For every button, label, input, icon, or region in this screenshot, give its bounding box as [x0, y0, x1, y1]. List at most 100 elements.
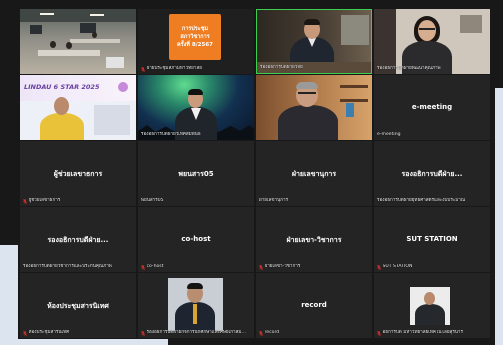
participant-name: SUT STATION — [382, 264, 413, 269]
person-hair — [304, 19, 320, 25]
video-tile-lindau[interactable]: LINDAU 6 STAR 2025 — [20, 75, 136, 140]
participant-label: รองอธิการบดีฝ่ายวิชาการและประกันคุณภาพ — [23, 264, 112, 270]
participant-display-name: ห้องประชุมสารนิเทศ — [47, 302, 109, 310]
background-panel — [94, 105, 130, 135]
bookshelf — [374, 9, 396, 74]
participant-display-name: พยนสาร05 — [178, 170, 214, 178]
participant-name: ผู้ช่วยเลขาธการ — [28, 198, 61, 203]
participant-name: พยนสาร05 — [141, 198, 164, 203]
name-tile[interactable]: ฝ่ายเลขานุการ ฝ่ายเลขานุการ — [256, 141, 372, 206]
participant-label: ฝ่ายเลขา-วิชาการ — [259, 264, 300, 270]
participant-display-name: ผู้ช่วยเลขาธการ — [53, 170, 103, 178]
meeting-title-card: การประชุม สภาวิชาการ ครั้งที่ 8/2567 — [169, 14, 221, 60]
name-tile-e-meeting[interactable]: e-meeting e-meeting — [374, 75, 490, 140]
card-line: การประชุม — [181, 25, 209, 32]
card-line: สภาวิชาการ — [180, 33, 210, 40]
video-tile-active-speaker[interactable]: รองอธิการบดีฝ่ายวิจัย — [256, 9, 372, 74]
participant-display-name: SUT STATION — [406, 235, 458, 243]
participant-name: รองอธิการบดีฝ่ายกิจการนักศึกษาและศิษย์เก… — [146, 330, 250, 335]
participant-label: รองอธิการบดีฝ่ายกิจการนักศึกษาและศิษย์เก… — [141, 330, 249, 336]
video-tile-participant[interactable]: รองอธิการบดีฝ่ายพัฒนาคุณภาพ — [374, 9, 490, 74]
video-tile-participant[interactable] — [256, 75, 372, 140]
person-head — [424, 292, 435, 305]
person-hair — [296, 82, 318, 89]
participant-display-name: e-meeting — [411, 103, 453, 111]
person-tie — [193, 304, 197, 324]
mic-off-icon — [259, 264, 263, 270]
person-torso — [415, 304, 445, 325]
participant-label: record — [259, 330, 279, 336]
participant-label: ฝ่ายประชุมสภามหาวิทยาลัย — [141, 66, 202, 72]
name-tile[interactable]: พยนสาร05 พยนสาร05 — [138, 141, 254, 206]
participant-name: รองอธิการบดีฝ่ายวิจัย — [260, 65, 303, 70]
participant-name: รองอธิการบดีฝ่ายวิเทศสัมพันธ์ — [141, 132, 201, 137]
participant-name: ฝ่ายเลขานุการ — [259, 198, 289, 203]
person-head — [54, 97, 69, 115]
person-head — [418, 20, 436, 41]
participant-name: ห้องประชุมสารนิเทศ — [28, 330, 70, 335]
name-tile-sut-station[interactable]: SUT STATION SUT STATION — [374, 207, 490, 272]
profile-picture-tile[interactable]: อธิการบดี มหาวิทยาลัยเทคโนโลยีสุรนารี — [374, 273, 490, 338]
mic-off-icon — [23, 330, 27, 336]
profile-photo — [410, 287, 450, 325]
profile-photo — [168, 278, 223, 331]
name-tile-co-host[interactable]: co-host co-host — [138, 207, 254, 272]
room-table — [38, 50, 100, 56]
participant-label: co-host — [141, 264, 164, 270]
screen-edge-left — [0, 245, 18, 345]
participant-display-name: record — [301, 301, 327, 309]
name-tile-record[interactable]: record record — [256, 273, 372, 338]
mic-off-icon — [141, 330, 145, 336]
room-ceiling — [20, 9, 136, 22]
video-tile-meeting-card[interactable]: การประชุม สภาวิชาการ ครั้งที่ 8/2567 ฝ่า… — [138, 9, 254, 74]
mic-off-icon — [377, 264, 381, 270]
attendee-head — [92, 32, 97, 38]
participant-display-name: co-host — [181, 235, 211, 243]
person-torso — [40, 113, 84, 140]
office-window — [341, 15, 369, 45]
ceiling-light — [40, 13, 54, 15]
shelf — [340, 85, 368, 88]
profile-picture-tile[interactable]: รองอธิการบดีฝ่ายกิจการนักศึกษาและศิษย์เก… — [138, 273, 254, 338]
banner-text: LINDAU 6 STAR 2025 — [24, 83, 100, 91]
participant-name: รองอธิการบดีฝ่ายยุทธศาสตร์และงบประมาณ — [377, 198, 466, 203]
glasses — [298, 92, 316, 94]
participant-name: ฝ่ายเลขา-วิชาการ — [264, 264, 301, 269]
video-tile-meeting-room[interactable] — [20, 9, 136, 74]
screen-edge-bottom — [0, 339, 168, 345]
participant-label: รองอธิการบดีฝ่ายพัฒนาคุณภาพ — [377, 66, 441, 72]
participant-name: e-meeting — [377, 132, 401, 137]
participant-label: รองอธิการบดีฝ่ายยุทธศาสตร์และงบประมาณ — [377, 198, 465, 204]
screen-edge-right — [495, 88, 503, 345]
shelf — [340, 99, 368, 102]
participant-label: รองอธิการบดีฝ่ายวิเทศสัมพันธ์ — [141, 132, 201, 138]
name-tile[interactable]: ห้องประชุมสารนิเทศ ห้องประชุมสารนิเทศ — [20, 273, 136, 338]
ceiling-light — [90, 14, 104, 16]
participant-name: co-host — [146, 264, 164, 269]
banner-logo-icon — [118, 82, 128, 92]
participant-label: ฝ่ายเลขานุการ — [259, 198, 288, 204]
name-tile[interactable]: รองอธิการบดีฝ่าย... รองอธิการบดีฝ่ายยุทธ… — [374, 141, 490, 206]
person-hair — [188, 89, 203, 95]
mic-off-icon — [141, 66, 145, 72]
mic-off-icon — [259, 330, 263, 336]
name-tile[interactable]: ผู้ช่วยเลขาธการ ผู้ช่วยเลขาธการ — [20, 141, 136, 206]
participant-name: รองอธิการบดีฝ่ายพัฒนาคุณภาพ — [377, 66, 441, 71]
mic-off-icon — [141, 264, 145, 270]
participant-label: พยนสาร05 — [141, 198, 164, 204]
name-tile[interactable]: ฝ่ายเลขา-วิชาการ ฝ่ายเลขา-วิชาการ — [256, 207, 372, 272]
room-laptop — [106, 57, 124, 68]
video-tile-aurora[interactable]: รองอธิการบดีฝ่ายวิเทศสัมพันธ์ — [138, 75, 254, 140]
participant-display-name: ฝ่ายเลขา-วิชาการ — [286, 236, 342, 244]
participant-name: record — [264, 330, 280, 335]
person-hair — [187, 283, 203, 289]
participant-name: รองอธิการบดีฝ่ายวิชาการและประกันคุณภาพ — [23, 264, 112, 269]
attendee-head — [66, 42, 72, 49]
room-table — [70, 39, 120, 43]
shelf-item — [346, 103, 354, 117]
name-tile[interactable]: รองอธิการบดีฝ่าย... รองอธิการบดีฝ่ายวิชา… — [20, 207, 136, 272]
participant-label: ห้องประชุมสารนิเทศ — [23, 330, 69, 336]
participant-display-name: ฝ่ายเลขานุการ — [291, 170, 337, 178]
room-monitor — [30, 25, 42, 34]
wall-frame — [460, 15, 482, 33]
